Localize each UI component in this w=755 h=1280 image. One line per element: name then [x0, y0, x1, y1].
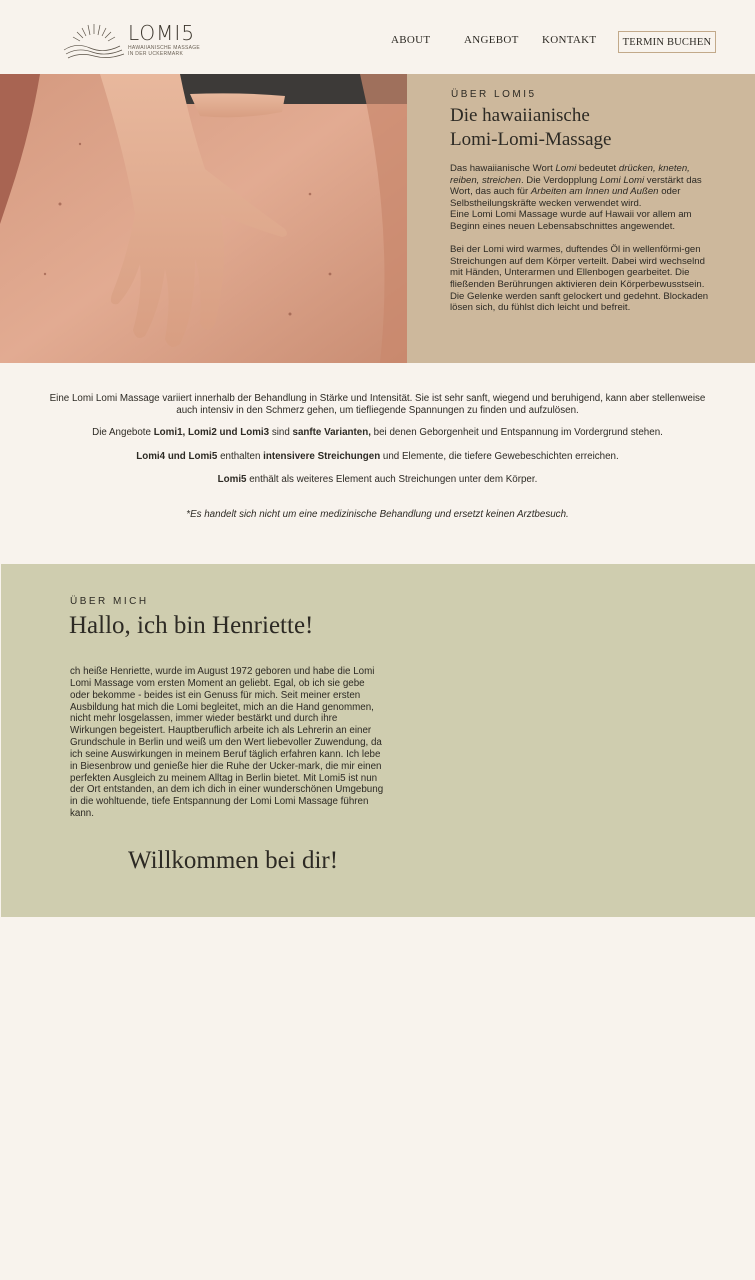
section-title-line-2: Lomi-Lomi-Massage: [450, 129, 612, 150]
body-paragraph: Bei der Lomi wird warmes, duftendes Öl i…: [450, 244, 709, 314]
nav-angebot[interactable]: ANGEBOT: [464, 34, 519, 46]
text-run: Arbeiten am Innen und Außen: [530, 186, 659, 198]
text-run: . Die Verdopplung: [520, 174, 600, 186]
nav-kontakt[interactable]: KONTAKT: [542, 34, 596, 46]
text-run: bedeutet: [576, 163, 619, 174]
intro-paragraph: Lomi4 und Lomi5 enthalten intensivere St…: [40, 451, 715, 463]
section-title-line-1: Die hawaiianische: [450, 105, 590, 126]
section-body: Das hawaiianische Wort Lomi bedeutet drü…: [450, 163, 718, 314]
text-run: und Elemente, die tiefere Gewebeschichte…: [380, 450, 619, 462]
section-eyebrow: ÜBER MICH: [70, 596, 149, 607]
body-paragraph: Eine Lomi Lomi Massage wurde auf Hawaii …: [450, 209, 692, 232]
site-header: LOMI5 Hawaiianische Massage in der Ucker…: [0, 0, 755, 74]
text-run: Die Angebote: [92, 427, 154, 438]
section-title: Hallo, ich bin Henriette!: [69, 612, 314, 639]
intro-paragraph: Lomi5 enthält als weiteres Element auch …: [40, 474, 715, 486]
body-paragraph: Das hawaiianische Wort Lomi bedeutet drü…: [450, 163, 718, 209]
massage-photo: [0, 74, 407, 363]
about-me-section: ÜBER MICH Hallo, ich bin Henriette! ch h…: [1, 564, 755, 917]
text-run: Das hawaiianische Wort: [450, 163, 556, 174]
text-run: Lomi4 und Lomi5: [136, 450, 218, 462]
logo-wordmark: LOMI5: [128, 21, 196, 45]
logo-tagline: Hawaiianische Massage in der Uckermark: [128, 45, 208, 57]
section-eyebrow: ÜBER LOMI5: [451, 89, 537, 100]
welcome-heading: Willkommen bei dir!: [128, 847, 339, 874]
intro-paragraph: Eine Lomi Lomi Massage variiert innerhal…: [49, 393, 706, 416]
text-run: intensivere Streichungen: [263, 450, 381, 462]
logo[interactable]: LOMI5 Hawaiianische Massage in der Ucker…: [62, 20, 202, 62]
nav-about[interactable]: ABOUT: [391, 34, 430, 46]
text-run: enthalten: [217, 450, 264, 462]
intro-section: Eine Lomi Lomi Massage variiert innerhal…: [40, 393, 715, 520]
text-run: Lomi5: [217, 474, 247, 485]
text-run: Lomi Lomi: [599, 174, 645, 186]
text-run: enthält als weiteres Element auch Streic…: [246, 474, 538, 485]
text-run: sind: [269, 427, 293, 438]
text-run: Lomi1, Lomi2 und Lomi3: [153, 427, 270, 438]
logo-tagline-line-2: in der Uckermark: [128, 51, 184, 57]
text-run: bei denen Geborgenheit und Entspannung i…: [370, 427, 663, 438]
termin-buchen-button[interactable]: TERMIN BUCHEN: [618, 31, 716, 53]
about-lomi5-panel: ÜBER LOMI5 Die hawaiianische Lomi-Lomi-M…: [407, 74, 755, 363]
text-run: sanfte Varianten,: [292, 427, 371, 438]
section-title: Die hawaiianische Lomi-Lomi-Massage: [450, 104, 730, 152]
about-body: ch heiße Henriette, wurde im August 1972…: [70, 666, 384, 820]
sun-wave-logo-icon: [63, 24, 125, 59]
intro-paragraph: Die Angebote Lomi1, Lomi2 und Lomi3 sind…: [40, 427, 715, 439]
disclaimer: *Es handelt sich nicht um eine medizinis…: [186, 508, 569, 520]
text-run: Lomi: [555, 163, 577, 174]
massage-photo-icon: [0, 74, 407, 363]
